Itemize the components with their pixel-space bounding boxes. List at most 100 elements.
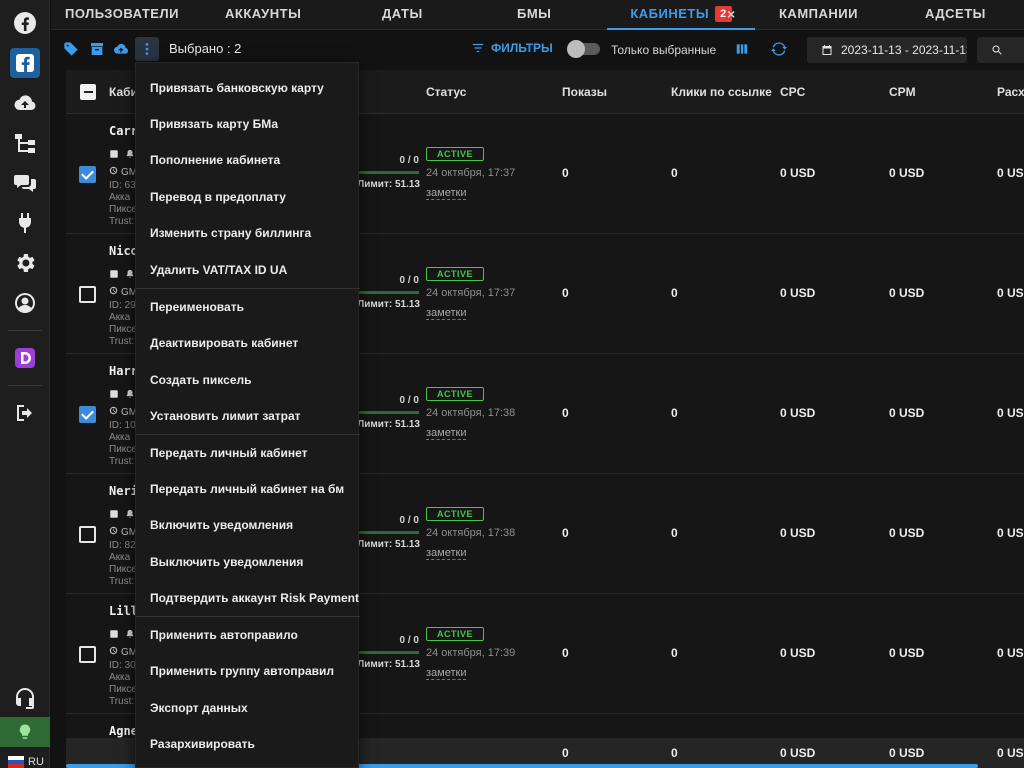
notes-link[interactable]: заметки <box>426 547 467 560</box>
spend-value: 0 US <box>997 646 1024 660</box>
support-headset-icon[interactable] <box>10 683 40 713</box>
header-impressions[interactable]: Показы <box>562 85 607 99</box>
cloud-upload-icon[interactable] <box>113 41 129 57</box>
menu-divider <box>136 616 360 617</box>
tab-accounts[interactable]: АККАУНТЫ <box>225 0 301 30</box>
tab-users[interactable]: ПОЛЬЗОВАТЕЛИ <box>65 0 179 30</box>
row-checkbox[interactable] <box>79 526 96 543</box>
menu-item-transfer-personal[interactable]: Передать личный кабинет <box>150 446 307 460</box>
plug-icon[interactable] <box>10 208 40 238</box>
tab-campaigns[interactable]: КАМПАНИИ <box>779 0 858 30</box>
lightbulb-icon[interactable] <box>0 717 50 747</box>
date-range-picker[interactable]: 2023-11-13 - 2023-11-13 <box>807 37 967 63</box>
row-checkbox[interactable] <box>79 286 96 303</box>
header-spend[interactable]: Расхо <box>997 85 1024 99</box>
notes-link[interactable]: заметки <box>426 667 467 680</box>
menu-item-disable-notifications[interactable]: Выключить уведомления <box>150 555 303 569</box>
logout-icon[interactable] <box>10 398 40 428</box>
sitemap-icon[interactable] <box>10 128 40 158</box>
header-link-clicks[interactable]: Клики по ссылке <box>671 85 772 99</box>
menu-item-bind-bm-card[interactable]: Привязать карту БМа <box>150 117 278 131</box>
archive-icon[interactable] <box>89 41 105 57</box>
menu-item-top-up[interactable]: Пополнение кабинета <box>150 153 280 167</box>
timezone: GM <box>109 166 137 178</box>
search-button[interactable] <box>977 37 1024 63</box>
clock-icon <box>109 646 118 658</box>
filters-button[interactable]: ФИЛЬТРЫ <box>471 41 553 55</box>
menu-item-create-pixel[interactable]: Создать пиксель <box>150 373 252 387</box>
columns-icon[interactable] <box>735 42 749 61</box>
menu-item-apply-autorule-group[interactable]: Применить группу автоправил <box>150 664 334 678</box>
only-selected-toggle[interactable] <box>567 40 600 58</box>
spend-progress-value: 0 / 0 <box>399 635 419 646</box>
bell-icon[interactable] <box>125 146 135 164</box>
card-icon[interactable] <box>109 266 119 284</box>
language-switcher[interactable]: RU <box>8 756 44 768</box>
menu-item-enable-notifications[interactable]: Включить уведомления <box>150 518 293 532</box>
row-checkbox[interactable] <box>79 406 96 423</box>
card-icon[interactable] <box>109 626 119 644</box>
refresh-icon[interactable] <box>771 41 787 62</box>
bell-icon[interactable] <box>125 626 135 644</box>
cabinet-name[interactable]: Harr <box>109 364 138 378</box>
tab-bms[interactable]: БМЫ <box>517 0 551 30</box>
header-cpc[interactable]: CPC <box>780 85 805 99</box>
menu-item-bind-bank-card[interactable]: Привязать банковскую карту <box>150 81 324 95</box>
menu-item-prepay[interactable]: Перевод в предоплату <box>150 190 286 204</box>
user-circle-icon[interactable] <box>10 288 40 318</box>
cpc-value: 0 USD <box>780 406 816 420</box>
menu-item-delete-vat[interactable]: Удалить VAT/TAX ID UA <box>150 263 287 277</box>
menu-item-confirm-risk-payment[interactable]: Подтвердить аккаунт Risk Payment <box>150 591 359 605</box>
gear-icon[interactable] <box>10 248 40 278</box>
menu-item-set-spend-limit[interactable]: Установить лимит затрат <box>150 409 301 423</box>
menu-item-export-data[interactable]: Экспорт данных <box>150 701 248 715</box>
card-icon[interactable] <box>109 386 119 404</box>
bell-icon[interactable] <box>125 506 135 524</box>
cloud-upload-icon[interactable] <box>10 88 40 118</box>
cabinet-name[interactable]: Carr <box>109 124 138 138</box>
menu-item-deactivate[interactable]: Деактивировать кабинет <box>150 336 298 350</box>
card-icon[interactable] <box>109 146 119 164</box>
only-selected-label: Только выбранные <box>611 43 717 57</box>
select-all-checkbox[interactable] <box>80 84 96 100</box>
spend-value: 0 US <box>997 406 1024 420</box>
card-icon[interactable] <box>109 506 119 524</box>
menu-item-unarchive[interactable]: Разархивировать <box>150 737 255 751</box>
facebook-square-icon[interactable] <box>10 48 40 78</box>
cpc-value: 0 USD <box>780 286 816 300</box>
bell-icon[interactable] <box>125 386 135 404</box>
menu-item-transfer-to-bm[interactable]: Передать личный кабинет на бм <box>150 482 344 496</box>
selected-count: Выбрано : 2 <box>169 41 242 56</box>
row-checkbox[interactable] <box>79 646 96 663</box>
menu-item-change-billing-country[interactable]: Изменить страну биллинга <box>150 226 311 240</box>
bell-icon[interactable] <box>125 266 135 284</box>
cabinet-name[interactable]: Nico <box>109 244 138 258</box>
facebook-icon[interactable] <box>10 8 40 38</box>
spend-progress-value: 0 / 0 <box>399 155 419 166</box>
header-cabinet[interactable]: Каби <box>109 85 138 99</box>
tab-adsets[interactable]: АДСЕТЫ <box>925 0 986 30</box>
spend-progress-bar <box>355 531 419 534</box>
dots-vertical-icon <box>145 43 149 55</box>
notes-link[interactable]: заметки <box>426 307 467 320</box>
header-cpm[interactable]: CPM <box>889 85 916 99</box>
tag-icon[interactable] <box>63 41 79 57</box>
filters-label: ФИЛЬТРЫ <box>491 41 553 55</box>
cabinet-name[interactable]: Neri <box>109 484 138 498</box>
cabinet-name[interactable]: Lill <box>109 604 138 618</box>
notes-link[interactable]: заметки <box>426 427 467 440</box>
spend-value: 0 US <box>997 526 1024 540</box>
dolphin-app-icon[interactable] <box>10 343 40 373</box>
header-status[interactable]: Статус <box>426 85 466 99</box>
chat-icon[interactable] <box>10 168 40 198</box>
more-actions-button[interactable] <box>135 37 159 61</box>
status-badge: ACTIVE <box>426 387 485 401</box>
row-checkbox[interactable] <box>79 166 96 183</box>
status-badge: ACTIVE <box>426 627 485 641</box>
link-clicks-value: 0 <box>671 286 678 300</box>
notes-link[interactable]: заметки <box>426 187 467 200</box>
close-icon[interactable]: × <box>727 0 735 30</box>
tab-dates[interactable]: ДАТЫ <box>382 0 423 30</box>
menu-item-rename[interactable]: Переименовать <box>150 300 244 314</box>
menu-item-apply-autorule[interactable]: Применить автоправило <box>150 628 298 642</box>
